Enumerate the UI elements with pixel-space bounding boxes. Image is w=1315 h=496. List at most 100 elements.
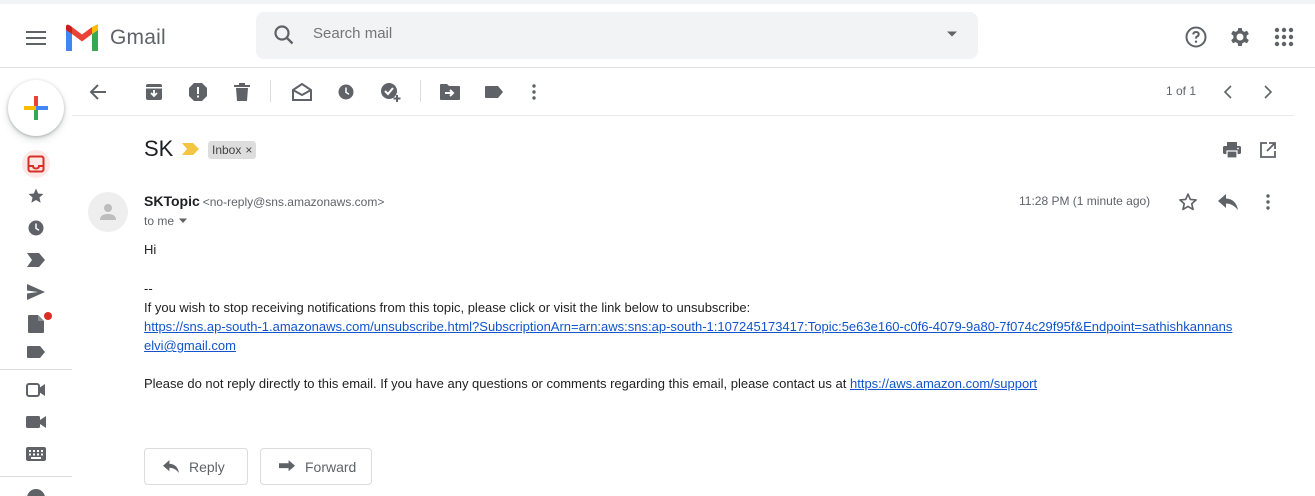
nav-important[interactable] — [22, 246, 50, 274]
unsubscribe-text: If you wish to stop receiving notificati… — [144, 300, 751, 315]
email-timestamp: 11:28 PM (1 minute ago) — [1019, 194, 1151, 208]
important-icon — [27, 253, 45, 267]
inbox-label-chip[interactable]: Inbox × — [208, 141, 257, 159]
apps-grid-icon — [1274, 27, 1294, 47]
caret-down-icon — [179, 218, 188, 223]
more-vert-icon — [532, 84, 536, 100]
print-icon — [1223, 142, 1241, 158]
remove-label-button[interactable]: × — [245, 143, 252, 157]
older-button[interactable] — [1256, 80, 1280, 104]
trash-icon — [234, 83, 250, 101]
archive-icon — [146, 84, 162, 100]
reply-icon — [1218, 194, 1238, 210]
unsubscribe-link[interactable]: https://sns.ap-south-1.amazonaws.com/uns… — [144, 319, 1232, 334]
compose-button[interactable] — [8, 80, 64, 136]
search-bar[interactable] — [256, 12, 978, 59]
top-header: Gmail — [0, 0, 1315, 68]
apps-button[interactable] — [1271, 24, 1297, 50]
add-task-icon — [381, 83, 401, 102]
inbox-icon — [27, 155, 45, 173]
app-name: Gmail — [110, 25, 166, 49]
drafts-notification-dot — [44, 312, 52, 320]
star-outline-icon — [1179, 193, 1197, 211]
nav-snoozed[interactable] — [22, 214, 50, 242]
settings-button[interactable] — [1227, 24, 1253, 50]
nav-meet-new[interactable] — [22, 376, 50, 404]
search-input[interactable] — [313, 25, 913, 42]
video-icon — [26, 416, 46, 428]
forward-action-label: Forward — [305, 458, 357, 475]
more-actions-button[interactable] — [522, 80, 546, 104]
video-outline-icon — [26, 383, 45, 397]
label-icon — [27, 346, 45, 358]
toolbar-divider — [420, 80, 421, 102]
toolbar-divider — [270, 80, 271, 102]
star-button[interactable] — [1176, 190, 1200, 214]
message-more-button[interactable] — [1256, 190, 1280, 214]
unsubscribe-link-continued[interactable]: elvi@gmail.com — [144, 338, 236, 353]
add-to-tasks-button[interactable] — [378, 80, 402, 104]
archive-button[interactable] — [142, 80, 166, 104]
hamburger-menu-icon — [26, 31, 46, 45]
mark-unread-icon — [292, 83, 312, 101]
nav-keyboard[interactable] — [22, 440, 50, 468]
noreply-text: Please do not reply directly to this ema… — [144, 376, 850, 391]
send-icon — [27, 284, 45, 300]
nav-inbox[interactable] — [22, 150, 50, 178]
arrow-back-icon — [89, 84, 106, 100]
snooze-button[interactable] — [334, 80, 358, 104]
nav-starred[interactable] — [22, 182, 50, 210]
label-chip-text: Inbox — [212, 143, 242, 157]
support-link[interactable]: https://aws.amazon.com/support — [850, 376, 1037, 391]
nav-label[interactable] — [22, 342, 50, 362]
noreply-paragraph: Please do not reply directly to this ema… — [144, 374, 1037, 393]
forward-action-button[interactable]: Forward — [260, 448, 372, 485]
nav-meet-join[interactable] — [22, 408, 50, 436]
rail-divider-bottom — [0, 476, 72, 477]
search-icon — [274, 25, 294, 45]
nav-sent[interactable] — [22, 278, 50, 306]
message-toolbar: 1 of 1 — [72, 68, 1294, 116]
mark-unread-button[interactable] — [290, 80, 314, 104]
body-greeting: Hi — [144, 242, 157, 257]
move-to-folder-icon — [440, 84, 460, 100]
delete-button[interactable] — [230, 80, 254, 104]
sender-avatar[interactable] — [88, 192, 128, 232]
search-options-button[interactable] — [946, 30, 958, 38]
labels-button[interactable] — [482, 80, 506, 104]
more-vert-icon — [1266, 194, 1270, 210]
caret-down-icon — [947, 31, 957, 37]
support-button[interactable] — [1183, 24, 1209, 50]
reply-button[interactable] — [1216, 190, 1240, 214]
sender-info: SKTopic <no-reply@sns.amazonaws.com> — [144, 193, 384, 209]
unsubscribe-link-block: https://sns.ap-south-1.amazonaws.com/uns… — [144, 317, 1232, 355]
reply-action-label: Reply — [189, 458, 225, 475]
pager-text: 1 of 1 — [1166, 84, 1197, 98]
back-button[interactable] — [86, 80, 110, 104]
email-subject: SK — [144, 136, 174, 161]
recipient-details[interactable]: to me — [144, 214, 188, 228]
gmail-logo[interactable]: Gmail — [64, 24, 166, 51]
open-new-window-button[interactable] — [1256, 138, 1280, 162]
rail-divider — [0, 369, 72, 370]
body-separator: -- — [144, 281, 153, 296]
gear-icon — [1231, 28, 1249, 46]
print-all-button[interactable] — [1220, 138, 1244, 162]
move-to-button[interactable] — [438, 80, 462, 104]
person-icon — [100, 204, 116, 220]
reply-icon — [163, 460, 179, 473]
importance-marker[interactable] — [182, 143, 200, 155]
report-spam-button[interactable] — [186, 80, 210, 104]
help-icon — [1185, 26, 1207, 48]
chevron-left-icon — [1223, 85, 1232, 99]
main-menu-button[interactable] — [16, 18, 56, 58]
label-icon — [485, 86, 503, 98]
newer-button[interactable] — [1216, 80, 1240, 104]
search-button[interactable] — [272, 23, 296, 47]
snooze-clock-icon — [338, 84, 354, 100]
open-in-new-icon — [1260, 142, 1276, 158]
sender-name[interactable]: SKTopic — [144, 193, 200, 209]
reply-action-button[interactable]: Reply — [144, 448, 248, 485]
nav-more-icon[interactable] — [27, 489, 45, 496]
chevron-right-icon — [1264, 85, 1273, 99]
